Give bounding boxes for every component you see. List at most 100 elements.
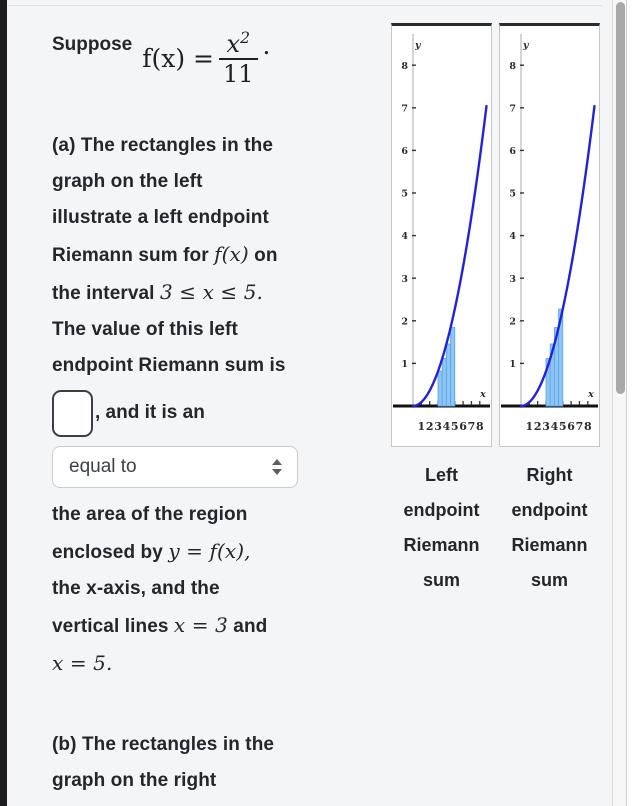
svg-text:5: 5 xyxy=(509,189,516,200)
conclusion-and: and xyxy=(233,616,268,637)
numerator-exponent: 2 xyxy=(240,29,250,47)
right-caption-line-2: endpoint xyxy=(511,500,588,520)
svg-text:3: 3 xyxy=(401,274,408,285)
fraction-denominator: 11 xyxy=(223,60,254,88)
function-formula: f(x) = x2 11 . xyxy=(142,20,270,86)
conclusion-line-4-text: vertical lines xyxy=(52,616,169,637)
svg-text:5: 5 xyxy=(559,420,567,433)
riemann-sum-value-input[interactable] xyxy=(52,389,93,437)
svg-text:3: 3 xyxy=(542,420,550,433)
formula-period: . xyxy=(262,31,271,60)
svg-text:6: 6 xyxy=(509,146,516,157)
right-graph-svg: 12345678y1 2 3 4 5 6 7 8x xyxy=(501,34,598,433)
question-text-column: Suppose f(x) = x2 11 . (a) The rectangle… xyxy=(52,20,382,806)
part-b-paragraph: (b) The rectangles in the graph on the r… xyxy=(52,727,382,806)
conclusion-x3: x = 3 xyxy=(173,613,228,637)
conclusion-line-1: the area of the region xyxy=(52,504,248,525)
svg-text:1: 1 xyxy=(526,420,534,433)
svg-text:1: 1 xyxy=(509,359,516,370)
part-a-line-6: The value of this left xyxy=(52,319,238,340)
conclusion-line-2: enclosed by y = f(x), xyxy=(52,533,382,571)
svg-text:4: 4 xyxy=(551,420,559,433)
left-caption-line-2: endpoint xyxy=(403,500,480,520)
svg-text:x: x xyxy=(587,389,594,400)
part-a-conclusion-paragraph: the area of the region enclosed by y = f… xyxy=(52,497,382,683)
svg-text:2: 2 xyxy=(401,316,408,327)
svg-text:7: 7 xyxy=(509,103,516,114)
page-root: Suppose f(x) = x2 11 . (a) The rectangle… xyxy=(0,0,632,806)
conclusion-equation: y = f(x), xyxy=(168,539,251,563)
svg-text:x: x xyxy=(479,389,486,400)
svg-text:7: 7 xyxy=(576,420,584,433)
svg-text:7: 7 xyxy=(401,103,408,114)
part-a-line-4-suffix: on xyxy=(254,245,278,266)
left-endpoint-graph: 12345678y12345678x xyxy=(391,23,492,447)
part-b-line-3: illustrate a right endpoint xyxy=(52,799,382,806)
scrollbar-thumb[interactable] xyxy=(616,2,625,394)
right-caption-line-3: Riemann xyxy=(511,535,588,555)
part-a-line-7: endpoint Riemann sum is xyxy=(52,355,286,376)
svg-text:2: 2 xyxy=(426,420,434,433)
svg-text:6: 6 xyxy=(401,146,408,157)
svg-text:7: 7 xyxy=(468,420,476,433)
svg-text:8: 8 xyxy=(584,420,592,433)
conclusion-line-4: vertical lines x = 3 and xyxy=(52,607,382,645)
part-a-paragraph: (a) The rectangles in the graph on the l… xyxy=(52,128,382,384)
right-caption-line-4: sum xyxy=(530,570,568,590)
svg-text:1: 1 xyxy=(401,359,408,370)
fraction: x2 11 xyxy=(219,29,258,88)
numerator-variable: x xyxy=(226,30,241,58)
svg-text:5: 5 xyxy=(451,420,459,433)
left-graph-panel: 12345678y12345678x xyxy=(391,23,492,447)
function-definition-line: Suppose f(x) = x2 11 . xyxy=(52,20,382,112)
conclusion-line-5: x = 5. xyxy=(52,645,382,683)
svg-text:2: 2 xyxy=(509,316,516,327)
left-graph-svg: 12345678y1 2 3 4 5 6 7 8x xyxy=(393,34,490,433)
svg-text:2: 2 xyxy=(534,420,542,433)
svg-text:y: y xyxy=(522,40,530,51)
part-a-line-1: (a) The rectangles in the xyxy=(52,135,274,156)
svg-text:6: 6 xyxy=(567,420,575,433)
svg-text:6: 6 xyxy=(459,420,467,433)
comparison-dropdown-value: equal to xyxy=(69,456,137,477)
right-caption-line-1: Right xyxy=(526,465,573,485)
part-a-fx: f(x) xyxy=(214,242,249,266)
svg-text:3: 3 xyxy=(434,420,442,433)
part-a-line-2: graph on the left xyxy=(52,171,203,192)
svg-text:3: 3 xyxy=(509,274,516,285)
conclusion-line-3: the x-axis, and the xyxy=(52,578,220,599)
right-endpoint-graph: 12345678y12345678x xyxy=(499,23,600,447)
part-a-line-4-text: Riemann sum for xyxy=(52,245,209,266)
svg-text:4: 4 xyxy=(443,420,451,433)
chevron-up-down-icon xyxy=(270,457,284,477)
part-a-line-3: illustrate a left endpoint xyxy=(52,207,269,228)
svg-text:y: y xyxy=(414,40,422,51)
conclusion-x5: x = 5. xyxy=(52,651,113,675)
svg-text:4: 4 xyxy=(509,231,516,242)
left-caption-line-1: Left xyxy=(425,465,458,485)
part-b-line-1: (b) The rectangles in the xyxy=(52,734,275,755)
window-right-edge xyxy=(626,0,632,806)
svg-text:1: 1 xyxy=(418,420,426,433)
left-graph-caption: Left endpoint Riemann sum xyxy=(391,458,492,598)
svg-text:8: 8 xyxy=(401,61,408,72)
answer-row-suffix: , and it is an xyxy=(95,402,205,423)
part-a-line-4: Riemann sum for f(x) on xyxy=(52,236,382,274)
answer-row: , and it is an xyxy=(52,388,382,438)
conclusion-line-2-text: enclosed by xyxy=(52,542,163,563)
svg-text:4: 4 xyxy=(401,231,408,242)
part-a-interval-math: 3 ≤ x ≤ 5. xyxy=(159,280,263,304)
part-b-line-2: graph on the right xyxy=(52,770,217,791)
svg-text:5: 5 xyxy=(401,189,408,200)
formula-lhs: f(x) = xyxy=(142,44,214,73)
left-caption-line-3: Riemann xyxy=(403,535,480,555)
fraction-numerator: x2 xyxy=(223,29,254,58)
right-graph-caption: Right endpoint Riemann sum xyxy=(499,458,600,598)
svg-text:8: 8 xyxy=(476,420,484,433)
vertical-scrollbar[interactable] xyxy=(612,0,626,806)
suppose-label: Suppose xyxy=(52,34,133,55)
right-graph-panel: 12345678y12345678x xyxy=(499,23,600,447)
comparison-dropdown[interactable]: equal to xyxy=(52,446,298,488)
svg-text:8: 8 xyxy=(509,61,516,72)
left-caption-line-4: sum xyxy=(422,570,460,590)
